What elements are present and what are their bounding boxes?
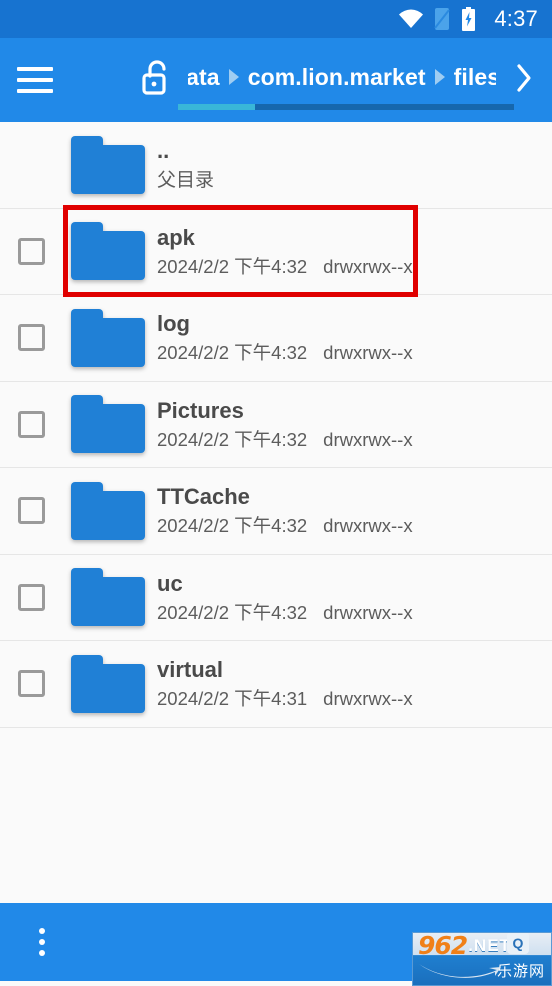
list-item-text: .. 父目录 (154, 137, 552, 191)
file-name: TTCache (157, 484, 250, 509)
table-row[interactable]: Pictures 2024/2/2 下午4:32 drwxrwx--x (0, 381, 552, 468)
file-meta: 2024/2/2 下午4:31 drwxrwx--x (157, 688, 552, 709)
breadcrumb-item-files[interactable]: files (454, 64, 496, 91)
site-watermark: 962 .NET Q 乐游网 (412, 932, 552, 986)
row-checkbox-cell[interactable] (0, 237, 62, 265)
row-checkbox[interactable] (17, 670, 45, 698)
file-name: apk (157, 224, 195, 250)
file-permissions: drwxrwx--x (323, 688, 413, 709)
table-row[interactable]: apk 2024/2/2 下午4:32 drwxrwx--x (0, 208, 552, 295)
row-checkbox[interactable] (17, 237, 45, 265)
file-date: 2024/2/2 下午4:32 (157, 515, 308, 536)
scrollbar-thumb[interactable] (178, 104, 256, 110)
row-checkbox-cell[interactable] (0, 497, 62, 525)
row-checkbox-cell[interactable] (0, 670, 62, 698)
watermark-top-row: 962 .NET Q (413, 932, 551, 960)
list-item-text: virtual 2024/2/2 下午4:31 drwxrwx--x (154, 659, 552, 709)
file-permissions: drwxrwx--x (323, 428, 413, 450)
file-meta: 2024/2/2 下午4:32 drwxrwx--x (157, 255, 552, 277)
triangle-right-icon (220, 68, 248, 86)
row-checkbox[interactable] (17, 324, 45, 352)
list-item-parent-directory[interactable]: .. 父目录 (0, 122, 552, 209)
list-item-text: uc 2024/2/2 下午4:32 drwxrwx--x (154, 570, 552, 623)
file-meta: 2024/2/2 下午4:32 drwxrwx--x (157, 342, 552, 363)
file-permissions: drwxrwx--x (323, 255, 413, 277)
file-date: 2024/2/2 下午4:32 (157, 342, 308, 363)
wifi-icon (398, 9, 424, 29)
folder-icon (62, 135, 154, 194)
file-name: Pictures (157, 397, 244, 423)
file-date: 2024/2/2 下午4:31 (157, 688, 308, 709)
file-name: log (157, 311, 190, 336)
file-name: virtual (157, 657, 224, 682)
more-vertical-icon[interactable] (0, 903, 84, 981)
file-name: .. (157, 137, 170, 163)
list-item-text: TTCache 2024/2/2 下午4:32 drwxrwx--x (154, 486, 552, 536)
list-item-text: Pictures 2024/2/2 下午4:32 drwxrwx--x (154, 397, 552, 450)
unlocked-padlock-icon (140, 58, 174, 103)
list-item-text: log 2024/2/2 下午4:32 drwxrwx--x (154, 313, 552, 363)
sim-card-icon (434, 8, 451, 30)
watermark-number: 962 (418, 932, 468, 960)
hamburger-menu-icon (17, 67, 53, 93)
row-checkbox-cell[interactable] (0, 583, 62, 611)
navigation-drawer-button[interactable] (0, 38, 70, 122)
watermark-badge-label: Q (512, 935, 524, 951)
file-date: 2024/2/2 下午4:32 (157, 255, 308, 277)
toolbar: data com.lion.market files (0, 38, 552, 122)
folder-icon (62, 568, 154, 627)
table-row[interactable]: log 2024/2/2 下午4:32 drwxrwx--x (0, 295, 552, 382)
file-permissions: drwxrwx--x (323, 601, 413, 623)
file-meta: 2024/2/2 下午4:32 drwxrwx--x (157, 601, 552, 623)
folder-icon (62, 222, 154, 281)
row-checkbox[interactable] (17, 410, 45, 438)
row-checkbox-cell[interactable] (0, 410, 62, 438)
table-row[interactable]: TTCache 2024/2/2 下午4:32 drwxrwx--x (0, 468, 552, 555)
folder-icon (62, 395, 154, 454)
battery-charging-icon (461, 7, 476, 31)
folder-icon (62, 481, 154, 540)
watermark-swoosh-icon (419, 964, 501, 978)
bottom-toolbar: 962 .NET Q 乐游网 (0, 903, 552, 986)
file-list: .. 父目录 apk 2024/2/2 下午4:32 drwxrwx--x log (0, 122, 552, 728)
row-checkbox-cell[interactable] (0, 324, 62, 352)
folder-icon (62, 654, 154, 713)
file-meta: 2024/2/2 下午4:32 drwxrwx--x (157, 428, 552, 450)
file-name: uc (157, 570, 183, 596)
file-subtitle: 父目录 (157, 169, 215, 191)
file-permissions: drwxrwx--x (323, 515, 413, 536)
file-date: 2024/2/2 下午4:32 (157, 428, 308, 450)
breadcrumb-horizontal-scrollbar[interactable] (178, 104, 514, 110)
row-checkbox[interactable] (17, 497, 45, 525)
breadcrumb-item-data[interactable]: data (188, 64, 220, 91)
chevron-right-icon (514, 63, 534, 98)
file-permissions: drwxrwx--x (323, 342, 413, 363)
status-bar-clock: 4:37 (494, 6, 538, 31)
table-row[interactable]: uc 2024/2/2 下午4:32 drwxrwx--x (0, 554, 552, 641)
status-bar: 4:37 (0, 0, 552, 38)
breadcrumb: data com.lion.market files (188, 64, 496, 97)
folder-icon (62, 308, 154, 367)
status-bar-icons: 4:37 (398, 6, 538, 32)
table-row[interactable]: virtual 2024/2/2 下午4:31 drwxrwx--x (0, 641, 552, 728)
row-checkbox[interactable] (17, 583, 45, 611)
breadcrumb-item-com-lion-market[interactable]: com.lion.market (248, 64, 426, 91)
watermark-badge-icon: Q (507, 933, 529, 954)
triangle-right-icon (426, 68, 454, 86)
watermark-domain: .NET (468, 935, 511, 955)
file-meta: 2024/2/2 下午4:32 drwxrwx--x (157, 515, 552, 536)
list-item-text: apk 2024/2/2 下午4:32 drwxrwx--x (154, 224, 552, 277)
file-date: 2024/2/2 下午4:32 (157, 601, 308, 623)
